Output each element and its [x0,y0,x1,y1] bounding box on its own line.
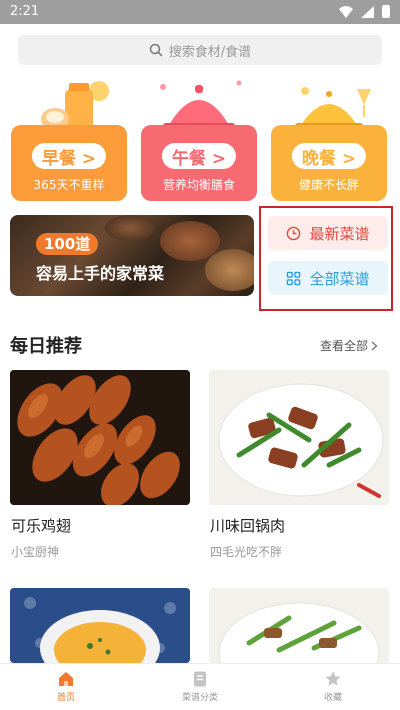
all-recipes-button[interactable]: 全部菜谱 [268,261,388,295]
dinner-card[interactable]: 晚餐 > 健康不长胖 [271,125,387,201]
search-input[interactable]: 搜索食材/食谱 [18,35,382,65]
lunch-illustration-icon [160,80,242,129]
lunch-subtitle: 营养均衡膳食 [162,178,235,192]
status-bar: 2:21 [0,0,400,24]
twice-cooked-pork-image [209,370,389,505]
recipe-image[interactable] [10,370,190,505]
banner-dish-image [160,221,220,261]
bottom-tab-bar: 首页 菜谱分类 收藏 [0,663,400,710]
grid-icon [287,271,301,285]
search-icon [149,43,163,57]
clock-icon [287,226,301,240]
recipe-author: 四毛光吃不胖 [210,545,283,559]
banner-badge: 100道 [36,233,99,255]
recipe-author: 小宝厨神 [11,545,60,559]
lunch-card[interactable]: 午餐 > 营养均衡膳食 [141,125,257,201]
home-cooking-banner[interactable]: 100道 容易上手的家常菜 [10,215,254,296]
star-icon [325,671,341,686]
breakfast-card[interactable]: 早餐 > 365天不重样 [11,125,127,201]
chevron-right-icon [371,340,378,351]
tab-categories[interactable]: 菜谱分类 [160,670,240,703]
recipe-image[interactable] [209,588,389,663]
latest-recipes-label: 最新菜谱 [309,224,370,243]
tab-categories-label: 菜谱分类 [181,693,218,703]
recipe-name[interactable]: 可乐鸡翅 [11,515,71,536]
dinner-button[interactable]: 晚餐 > [291,143,367,169]
dinner-illustration-icon [295,87,371,129]
recipe-image[interactable] [209,370,389,505]
recipe-image[interactable] [10,588,190,663]
tab-favorites[interactable]: 收藏 [293,670,373,703]
breakfast-illustration-icon [41,81,109,130]
all-recipes-label: 全部菜谱 [309,269,370,288]
view-all-link[interactable]: 查看全部 [320,337,378,354]
recipe-name[interactable]: 川味回锅肉 [210,515,285,536]
tab-favorites-label: 收藏 [323,693,342,703]
daily-recommend-title: 每日推荐 [10,336,82,357]
battery-icon [382,5,390,18]
dinner-subtitle: 健康不长胖 [298,178,359,192]
tab-home[interactable]: 首页 [26,670,106,703]
status-icons [339,5,390,18]
breakfast-button[interactable]: 早餐 > [31,143,107,169]
signal-icon [361,5,374,18]
wifi-icon [339,5,353,18]
latest-recipes-button[interactable]: 最新菜谱 [268,216,388,250]
banner-dish-image [205,249,254,291]
category-icon [194,671,206,687]
banner-dish-image [105,215,155,241]
search-placeholder: 搜索食材/食谱 [168,44,252,60]
lunch-button[interactable]: 午餐 > [161,143,237,169]
steamed-egg-image [10,588,190,663]
status-time: 2:21 [10,4,40,19]
banner-title: 容易上手的家常菜 [36,264,165,283]
home-icon [59,672,73,686]
tab-home-label: 首页 [56,693,75,703]
chicken-wings-image [10,370,190,505]
breakfast-subtitle: 365天不重样 [33,178,105,192]
stir-fry-image [209,588,389,663]
view-all-label: 查看全部 [319,339,368,353]
